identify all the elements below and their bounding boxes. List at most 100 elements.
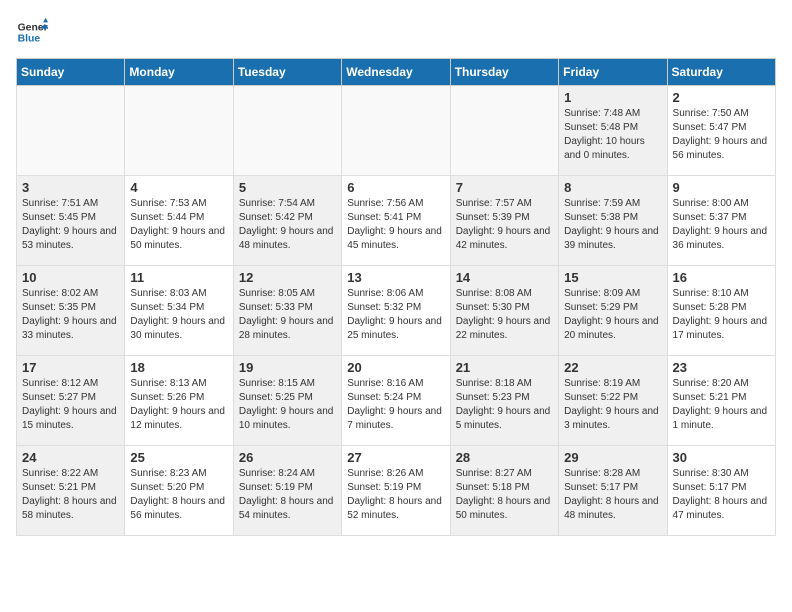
week-row-1: 1 Sunrise: 7:48 AM Sunset: 5:48 PM Daylig… — [17, 86, 776, 176]
day-info: Sunrise: 7:54 AM Sunset: 5:42 PM Dayligh… — [239, 197, 336, 253]
day-cell: 29 Sunrise: 8:28 AM Sunset: 5:17 PM Dayli… — [559, 446, 667, 536]
day-cell: 14 Sunrise: 8:08 AM Sunset: 5:30 PM Dayli… — [450, 266, 558, 356]
col-header-monday: Monday — [125, 59, 233, 86]
logo: General Blue — [16, 16, 48, 48]
day-number: 1 — [564, 90, 661, 105]
day-cell: 23 Sunrise: 8:20 AM Sunset: 5:21 PM Dayli… — [667, 356, 775, 446]
day-number: 25 — [130, 450, 227, 465]
day-number: 22 — [564, 360, 661, 375]
day-info: Sunrise: 8:24 AM Sunset: 5:19 PM Dayligh… — [239, 467, 336, 523]
day-number: 15 — [564, 270, 661, 285]
day-info: Sunrise: 8:02 AM Sunset: 5:35 PM Dayligh… — [22, 287, 119, 343]
day-number: 12 — [239, 270, 336, 285]
day-cell: 26 Sunrise: 8:24 AM Sunset: 5:19 PM Dayli… — [233, 446, 341, 536]
logo-icon: General Blue — [16, 16, 48, 48]
day-info: Sunrise: 8:22 AM Sunset: 5:21 PM Dayligh… — [22, 467, 119, 523]
col-header-friday: Friday — [559, 59, 667, 86]
day-info: Sunrise: 8:20 AM Sunset: 5:21 PM Dayligh… — [673, 377, 770, 433]
day-number: 11 — [130, 270, 227, 285]
day-number: 3 — [22, 180, 119, 195]
day-number: 18 — [130, 360, 227, 375]
day-info: Sunrise: 7:48 AM Sunset: 5:48 PM Dayligh… — [564, 107, 661, 163]
day-cell: 5 Sunrise: 7:54 AM Sunset: 5:42 PM Daylig… — [233, 176, 341, 266]
day-info: Sunrise: 8:15 AM Sunset: 5:25 PM Dayligh… — [239, 377, 336, 433]
calendar-body: 1 Sunrise: 7:48 AM Sunset: 5:48 PM Daylig… — [17, 86, 776, 536]
week-row-3: 10Sunrise: 8:02 AM Sunset: 5:35 PM Dayli… — [17, 266, 776, 356]
day-cell — [125, 86, 233, 176]
day-number: 23 — [673, 360, 770, 375]
day-number: 16 — [673, 270, 770, 285]
day-info: Sunrise: 8:28 AM Sunset: 5:17 PM Dayligh… — [564, 467, 661, 523]
day-info: Sunrise: 8:12 AM Sunset: 5:27 PM Dayligh… — [22, 377, 119, 433]
col-header-thursday: Thursday — [450, 59, 558, 86]
day-cell: 2Sunrise: 7:50 AM Sunset: 5:47 PM Daylig… — [667, 86, 775, 176]
day-info: Sunrise: 8:10 AM Sunset: 5:28 PM Dayligh… — [673, 287, 770, 343]
col-header-wednesday: Wednesday — [342, 59, 450, 86]
day-number: 20 — [347, 360, 444, 375]
svg-text:Blue: Blue — [18, 34, 41, 45]
day-info: Sunrise: 7:53 AM Sunset: 5:44 PM Dayligh… — [130, 197, 227, 253]
day-info: Sunrise: 8:08 AM Sunset: 5:30 PM Dayligh… — [456, 287, 553, 343]
header: General Blue — [16, 16, 776, 48]
day-info: Sunrise: 8:27 AM Sunset: 5:18 PM Dayligh… — [456, 467, 553, 523]
day-number: 7 — [456, 180, 553, 195]
day-number: 30 — [673, 450, 770, 465]
day-number: 27 — [347, 450, 444, 465]
day-info: Sunrise: 8:18 AM Sunset: 5:23 PM Dayligh… — [456, 377, 553, 433]
day-info: Sunrise: 8:16 AM Sunset: 5:24 PM Dayligh… — [347, 377, 444, 433]
day-cell — [233, 86, 341, 176]
col-header-saturday: Saturday — [667, 59, 775, 86]
day-number: 21 — [456, 360, 553, 375]
day-cell: 22Sunrise: 8:19 AM Sunset: 5:22 PM Dayli… — [559, 356, 667, 446]
day-number: 8 — [564, 180, 661, 195]
day-number: 5 — [239, 180, 336, 195]
day-cell: 4 Sunrise: 7:53 AM Sunset: 5:44 PM Daylig… — [125, 176, 233, 266]
day-info: Sunrise: 8:26 AM Sunset: 5:19 PM Dayligh… — [347, 467, 444, 523]
day-cell: 7 Sunrise: 7:57 AM Sunset: 5:39 PM Daylig… — [450, 176, 558, 266]
week-row-5: 24 Sunrise: 8:22 AM Sunset: 5:21 PM Dayli… — [17, 446, 776, 536]
day-number: 26 — [239, 450, 336, 465]
day-cell: 3 Sunrise: 7:51 AM Sunset: 5:45 PM Daylig… — [17, 176, 125, 266]
day-info: Sunrise: 8:23 AM Sunset: 5:20 PM Dayligh… — [130, 467, 227, 523]
week-row-4: 17 Sunrise: 8:12 AM Sunset: 5:27 PM Dayli… — [17, 356, 776, 446]
header-row: SundayMondayTuesdayWednesdayThursdayFrid… — [17, 59, 776, 86]
day-info: Sunrise: 8:00 AM Sunset: 5:37 PM Dayligh… — [673, 197, 770, 253]
day-cell: 27 Sunrise: 8:26 AM Sunset: 5:19 PM Dayli… — [342, 446, 450, 536]
calendar-header: SundayMondayTuesdayWednesdayThursdayFrid… — [17, 59, 776, 86]
day-info: Sunrise: 8:03 AM Sunset: 5:34 PM Dayligh… — [130, 287, 227, 343]
col-header-sunday: Sunday — [17, 59, 125, 86]
day-info: Sunrise: 8:05 AM Sunset: 5:33 PM Dayligh… — [239, 287, 336, 343]
day-info: Sunrise: 8:06 AM Sunset: 5:32 PM Dayligh… — [347, 287, 444, 343]
day-cell: 15Sunrise: 8:09 AM Sunset: 5:29 PM Dayli… — [559, 266, 667, 356]
day-number: 13 — [347, 270, 444, 285]
day-cell: 19 Sunrise: 8:15 AM Sunset: 5:25 PM Dayli… — [233, 356, 341, 446]
day-cell: 30 Sunrise: 8:30 AM Sunset: 5:17 PM Dayli… — [667, 446, 775, 536]
day-number: 14 — [456, 270, 553, 285]
day-cell: 17 Sunrise: 8:12 AM Sunset: 5:27 PM Dayli… — [17, 356, 125, 446]
day-info: Sunrise: 7:57 AM Sunset: 5:39 PM Dayligh… — [456, 197, 553, 253]
col-header-tuesday: Tuesday — [233, 59, 341, 86]
day-cell: 1 Sunrise: 7:48 AM Sunset: 5:48 PM Daylig… — [559, 86, 667, 176]
day-number: 9 — [673, 180, 770, 195]
day-cell: 20 Sunrise: 8:16 AM Sunset: 5:24 PM Dayli… — [342, 356, 450, 446]
day-cell: 10Sunrise: 8:02 AM Sunset: 5:35 PM Dayli… — [17, 266, 125, 356]
day-cell: 25 Sunrise: 8:23 AM Sunset: 5:20 PM Dayli… — [125, 446, 233, 536]
day-cell: 8 Sunrise: 7:59 AM Sunset: 5:38 PM Daylig… — [559, 176, 667, 266]
day-info: Sunrise: 8:30 AM Sunset: 5:17 PM Dayligh… — [673, 467, 770, 523]
day-cell: 12 Sunrise: 8:05 AM Sunset: 5:33 PM Dayli… — [233, 266, 341, 356]
day-cell: 9 Sunrise: 8:00 AM Sunset: 5:37 PM Daylig… — [667, 176, 775, 266]
day-number: 4 — [130, 180, 227, 195]
day-number: 29 — [564, 450, 661, 465]
day-info: Sunrise: 8:13 AM Sunset: 5:26 PM Dayligh… — [130, 377, 227, 433]
day-info: Sunrise: 7:50 AM Sunset: 5:47 PM Dayligh… — [673, 107, 770, 163]
day-number: 19 — [239, 360, 336, 375]
day-number: 6 — [347, 180, 444, 195]
day-number: 24 — [22, 450, 119, 465]
day-cell: 24 Sunrise: 8:22 AM Sunset: 5:21 PM Dayli… — [17, 446, 125, 536]
day-info: Sunrise: 7:59 AM Sunset: 5:38 PM Dayligh… — [564, 197, 661, 253]
day-cell: 18 Sunrise: 8:13 AM Sunset: 5:26 PM Dayli… — [125, 356, 233, 446]
day-number: 17 — [22, 360, 119, 375]
day-cell — [450, 86, 558, 176]
day-cell — [342, 86, 450, 176]
day-info: Sunrise: 7:51 AM Sunset: 5:45 PM Dayligh… — [22, 197, 119, 253]
